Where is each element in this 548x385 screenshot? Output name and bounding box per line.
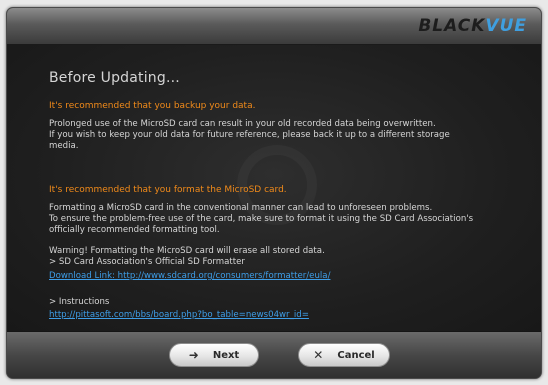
close-icon: ✕ xyxy=(313,348,324,362)
instructions-link[interactable]: http://pittasoft.com/bbs/board.php?bo_ta… xyxy=(49,310,309,320)
button-bar: ➜ Next ✕ Cancel xyxy=(7,331,541,378)
content-area: Before Updating... It's recommended that… xyxy=(7,45,541,332)
backup-text-line-2: If you wish to keep your old data for fu… xyxy=(49,130,450,140)
warning-text: Warning! Formatting the MicroSD card wil… xyxy=(49,246,325,256)
download-link[interactable]: Download Link: http://www.sdcard.org/con… xyxy=(49,271,330,281)
cancel-button[interactable]: ✕ Cancel xyxy=(298,343,390,367)
brand-logo: BLACKVUE xyxy=(418,16,527,36)
next-button-label: Next xyxy=(212,349,240,361)
next-button[interactable]: ➜ Next xyxy=(169,343,259,367)
title-bar: BLACKVUE xyxy=(7,8,541,45)
brand-logo-black: BLACK xyxy=(418,16,486,36)
cancel-button-label: Cancel xyxy=(337,349,375,361)
format-text-line-3: officially recommended formatting tool. xyxy=(49,225,220,235)
update-dialog: BLACKVUE Before Updating... It's recomme… xyxy=(6,7,542,379)
backup-text-line-1: Prolonged use of the MicroSD card can re… xyxy=(49,119,436,129)
brand-logo-vue: VUE xyxy=(485,16,527,36)
arrow-right-icon: ➜ xyxy=(188,348,199,362)
backup-text-line-3: media. xyxy=(49,141,79,151)
format-text-line-2: To ensure the problem-free use of the ca… xyxy=(49,214,474,224)
format-recommendation: It's recommended that you format the Mic… xyxy=(49,185,287,195)
backup-recommendation: It's recommended that you backup your da… xyxy=(49,101,256,111)
instructions-label: > Instructions xyxy=(49,297,110,307)
page-title: Before Updating... xyxy=(49,70,180,86)
format-text-line-1: Formatting a MicroSD card in the convent… xyxy=(49,203,433,213)
sd-formatter-label: > SD Card Association's Official SD Form… xyxy=(49,257,245,267)
